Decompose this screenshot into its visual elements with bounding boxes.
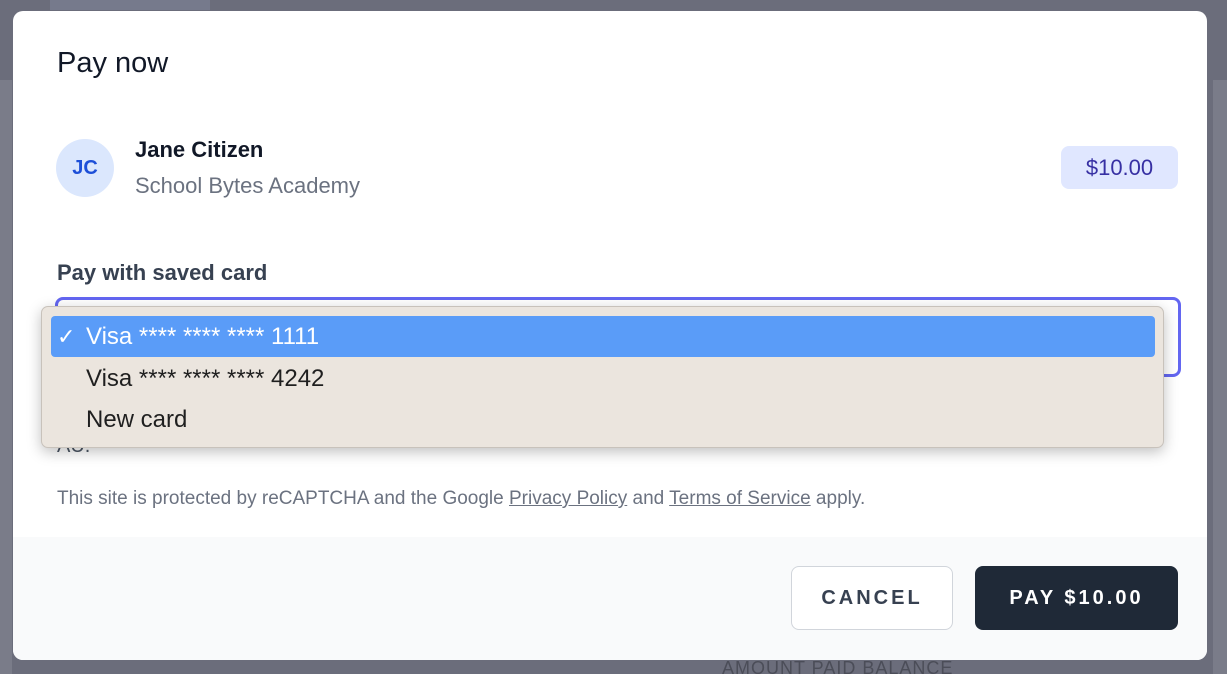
option-label: Visa **** **** **** 4242	[86, 364, 325, 392]
modal-footer: CANCEL PAY $10.00	[13, 537, 1207, 660]
new-card-option[interactable]: New card	[51, 399, 1155, 440]
recaptcha-prefix: This site is protected by reCAPTCHA and …	[57, 488, 509, 509]
card-option-1111[interactable]: ✓ Visa **** **** **** 1111	[51, 316, 1155, 357]
payer-school: School Bytes Academy	[135, 173, 361, 198]
option-label: New card	[86, 405, 188, 433]
background-right-edge	[1213, 80, 1227, 674]
option-label: Visa **** **** **** 1111	[86, 322, 320, 350]
privacy-policy-link[interactable]: Privacy Policy	[509, 488, 627, 509]
background-tab	[50, 0, 210, 10]
payer-name: Jane Citizen	[135, 137, 264, 162]
terms-of-service-link[interactable]: Terms of Service	[669, 488, 810, 509]
recaptcha-suffix: apply.	[810, 488, 866, 509]
checkmark-icon: ✓	[57, 323, 76, 349]
amount-badge: $10.00	[1061, 146, 1178, 189]
background-table-header: AMOUNT PAID BALANCE	[722, 658, 954, 674]
saved-card-label: Pay with saved card	[57, 260, 268, 285]
avatar: JC	[56, 139, 114, 197]
card-option-4242[interactable]: Visa **** **** **** 4242	[51, 358, 1155, 399]
recaptcha-middle: and	[627, 488, 670, 509]
cancel-button[interactable]: CANCEL	[791, 566, 953, 630]
saved-card-dropdown: ✓ Visa **** **** **** 1111 Visa **** ***…	[41, 306, 1164, 448]
pay-button[interactable]: PAY $10.00	[975, 566, 1178, 630]
background-left-edge	[0, 80, 12, 674]
recaptcha-notice: This site is protected by reCAPTCHA and …	[57, 488, 865, 510]
modal-title: Pay now	[57, 47, 169, 79]
